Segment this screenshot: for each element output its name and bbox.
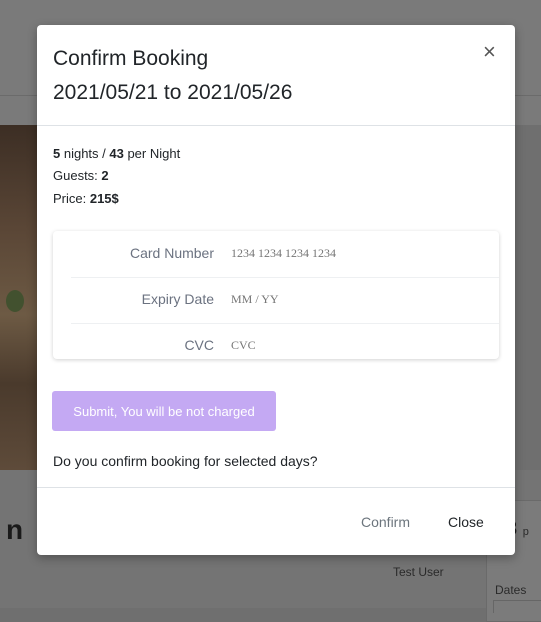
cvc-input[interactable]	[229, 337, 473, 354]
price-summary: Price: 215$	[53, 191, 119, 206]
expiry-date-input[interactable]	[229, 291, 473, 308]
expiry-date-row: Expiry Date	[71, 277, 499, 324]
close-icon[interactable]: ×	[483, 39, 496, 65]
confirm-button[interactable]: Confirm	[361, 514, 410, 530]
confirm-booking-modal: Confirm Booking 2021/05/21 to 2021/05/26…	[37, 25, 515, 555]
background-listing-title: n	[6, 514, 24, 545]
cvc-row: CVC	[71, 323, 499, 369]
booking-date-range: 2021/05/21 to 2021/05/26	[53, 81, 293, 104]
guests-label: Guests:	[53, 168, 102, 183]
price-per-night: 43	[109, 146, 124, 161]
per-night-suffix: per Night	[123, 146, 181, 161]
background-dates-input	[493, 600, 541, 613]
modal-footer: Confirm Close	[37, 487, 515, 556]
close-button[interactable]: Close	[448, 514, 484, 530]
guests-count: 2	[101, 168, 109, 183]
price-label: Price:	[53, 191, 90, 206]
background-plant-image	[6, 290, 24, 312]
modal-title: Confirm Booking	[53, 47, 209, 70]
nights-suffix: nights /	[60, 146, 110, 161]
background-user-name: Test User	[393, 565, 444, 579]
cvc-label: CVC	[184, 337, 214, 353]
confirm-question: Do you confirm booking for selected days…	[53, 453, 318, 469]
card-payment-form: Card Number Expiry Date CVC	[53, 231, 499, 359]
card-number-row: Card Number	[71, 231, 499, 278]
guests-summary: Guests: 2	[53, 168, 109, 183]
expiry-date-label: Expiry Date	[141, 291, 214, 307]
modal-header: Confirm Booking 2021/05/21 to 2021/05/26…	[37, 25, 515, 126]
submit-payment-button[interactable]: Submit, You will be not charged	[52, 391, 276, 431]
background-price-unit: p	[522, 526, 529, 538]
card-number-input[interactable]	[229, 245, 473, 262]
card-number-label: Card Number	[129, 245, 214, 261]
nights-summary: 5 nights / 43 per Night	[53, 146, 180, 161]
background-dates-label: Dates	[495, 583, 527, 597]
total-price: 215$	[89, 191, 119, 206]
